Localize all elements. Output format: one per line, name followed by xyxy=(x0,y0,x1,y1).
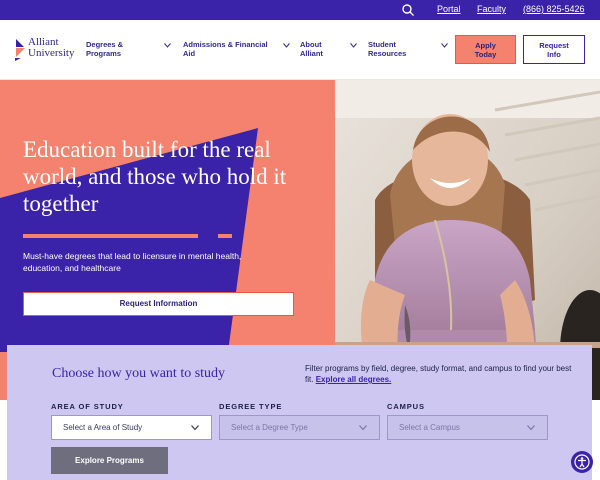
nav-degrees-line1: Degrees & xyxy=(86,40,124,49)
faculty-link[interactable]: Faculty xyxy=(477,4,506,14)
explore-all-degrees-link[interactable]: Explore all degrees. xyxy=(316,375,392,384)
request-line2: Info xyxy=(547,50,561,59)
area-of-study-label: AREA OF STUDY xyxy=(51,402,124,411)
utility-bar: Portal Faculty (866) 825-5426 xyxy=(0,0,600,20)
nav-admissions-aid[interactable]: Admissions & Financial Aid xyxy=(183,40,268,58)
nav-admissions-line2: Aid xyxy=(183,49,196,58)
chevron-down-icon xyxy=(191,425,199,431)
degree-type-value: Select a Degree Type xyxy=(231,423,308,432)
portal-link[interactable]: Portal xyxy=(437,4,461,14)
finder-description: Filter programs by field, degree, study … xyxy=(305,363,575,385)
accessibility-icon xyxy=(574,454,590,470)
chevron-down-icon[interactable] xyxy=(441,43,448,48)
request-line1: Request xyxy=(539,41,569,50)
nav-student-line1: Student xyxy=(368,40,396,49)
chevron-down-icon xyxy=(359,425,367,431)
nav-degrees-line2: Programs xyxy=(86,49,122,58)
explore-programs-button[interactable]: Explore Programs xyxy=(51,447,168,474)
nav-about-alliant[interactable]: About Alliant xyxy=(300,40,323,58)
hero-subtitle: Must-have degrees that lead to licensure… xyxy=(23,251,242,273)
request-info-button[interactable]: Request Info xyxy=(523,35,585,64)
nav-student-resources[interactable]: Student Resources xyxy=(368,40,406,58)
phone-link[interactable]: (866) 825-5426 xyxy=(523,4,585,14)
alliant-logo[interactable]: Alliant University xyxy=(14,36,84,64)
apply-today-button[interactable]: Apply Today xyxy=(455,35,516,64)
area-of-study-value: Select a Area of Study xyxy=(63,423,143,432)
hero-title: Education built for the real world, and … xyxy=(23,137,287,216)
area-of-study-select[interactable]: Select a Area of Study xyxy=(51,415,212,440)
search-icon[interactable] xyxy=(401,3,415,17)
logo-line-2: University xyxy=(28,47,75,59)
apply-line1: Apply xyxy=(475,41,496,50)
nav-degrees-programs[interactable]: Degrees & Programs xyxy=(86,40,123,58)
degree-type-label: DEGREE TYPE xyxy=(219,402,283,411)
chevron-down-icon[interactable] xyxy=(164,43,171,48)
chevron-down-icon xyxy=(527,425,535,431)
nav-student-line2: Resources xyxy=(368,49,407,58)
accessibility-button[interactable] xyxy=(571,451,593,473)
request-information-button[interactable]: Request Information xyxy=(23,292,294,316)
logo-mark-icon xyxy=(15,39,25,61)
finder-title: Choose how you want to study xyxy=(52,366,226,381)
chevron-down-icon[interactable] xyxy=(283,43,290,48)
chevron-down-icon[interactable] xyxy=(350,43,357,48)
nav-about-line1: About xyxy=(300,40,322,49)
nav-admissions-line1: Admissions & Financial xyxy=(183,40,268,49)
campus-value: Select a Campus xyxy=(399,423,460,432)
campus-label: CAMPUS xyxy=(387,402,425,411)
apply-line2: Today xyxy=(474,50,497,59)
program-finder: Choose how you want to study Filter prog… xyxy=(7,345,592,480)
campus-select[interactable]: Select a Campus xyxy=(387,415,548,440)
degree-type-select[interactable]: Select a Degree Type xyxy=(219,415,380,440)
nav-about-line2: Alliant xyxy=(300,49,323,58)
